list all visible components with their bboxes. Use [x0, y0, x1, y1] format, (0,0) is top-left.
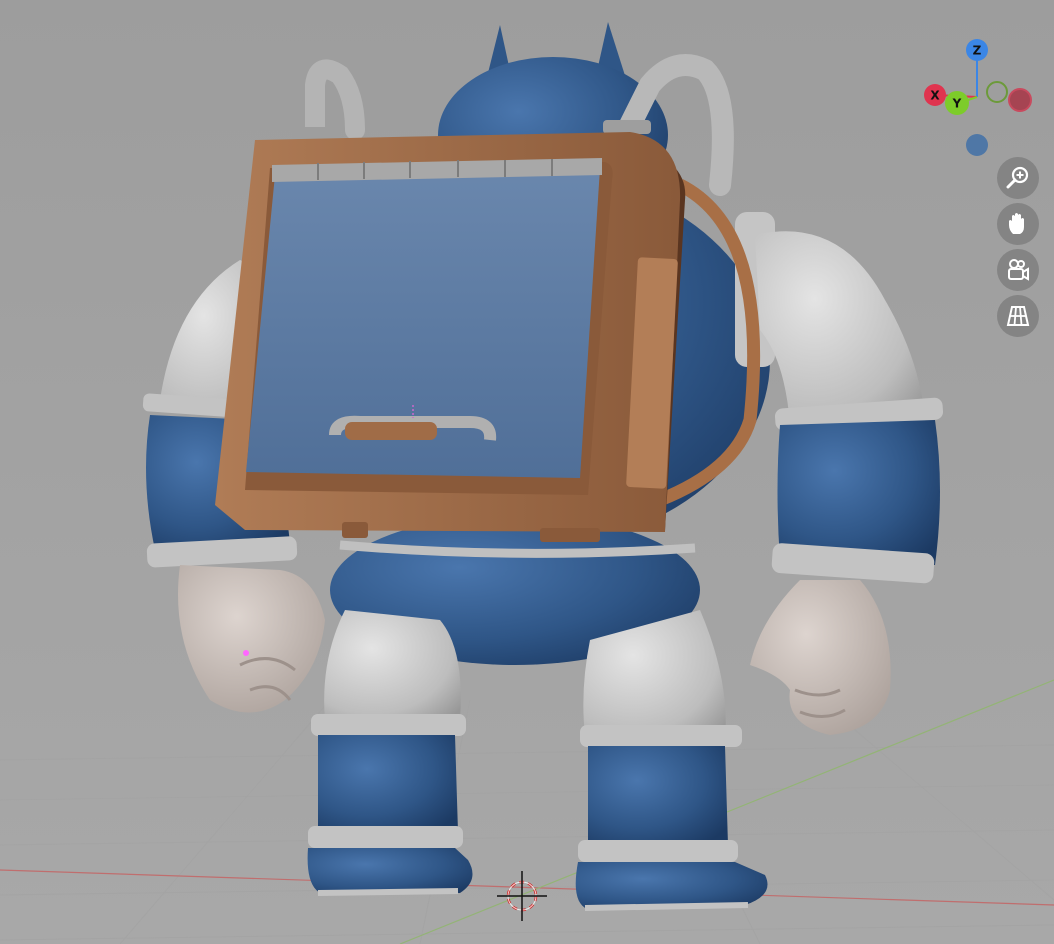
left-shin — [318, 735, 458, 832]
gizmo-neg-x-handle[interactable] — [1008, 88, 1032, 112]
gizmo-neg-y-handle[interactable] — [986, 81, 1008, 103]
selected-vertex-marker — [243, 650, 249, 656]
right-shin — [588, 746, 728, 845]
left-boot-sole — [317, 888, 459, 896]
3d-viewport[interactable]: X Y Z — [0, 0, 1054, 944]
left-ankle-ring — [308, 826, 463, 848]
grid-icon — [1006, 306, 1030, 326]
left-thigh — [324, 610, 461, 720]
navigation-gizmo[interactable]: X Y Z — [915, 35, 1035, 165]
magnifier-plus-icon — [1006, 166, 1029, 189]
right-ankle-ring — [578, 840, 738, 862]
viewport-scene[interactable] — [0, 0, 1054, 944]
pipe-base-right — [603, 120, 651, 134]
gizmo-y-label: Y — [952, 97, 962, 111]
left-boot — [307, 848, 473, 895]
camera-icon — [1008, 259, 1029, 281]
perspective-toggle-button[interactable] — [997, 295, 1039, 337]
backpack-bottom-buckle-left — [342, 522, 368, 538]
hand-icon — [1009, 213, 1024, 234]
pan-button[interactable] — [997, 203, 1039, 245]
right-boot-sole — [584, 902, 749, 911]
right-knee-ring — [580, 725, 742, 747]
right-forearm — [777, 420, 940, 565]
gizmo-z-label: Z — [973, 44, 982, 58]
camera-view-button[interactable] — [997, 249, 1039, 291]
backpack — [215, 132, 686, 542]
gizmo-neg-z-handle[interactable] — [966, 134, 988, 156]
backpack-handle-grip — [345, 422, 437, 440]
left-knee-ring — [311, 714, 466, 736]
backpack-bottom-buckle-right — [540, 528, 600, 542]
gizmo-x-label: X — [930, 89, 940, 103]
zoom-button[interactable] — [997, 157, 1039, 199]
